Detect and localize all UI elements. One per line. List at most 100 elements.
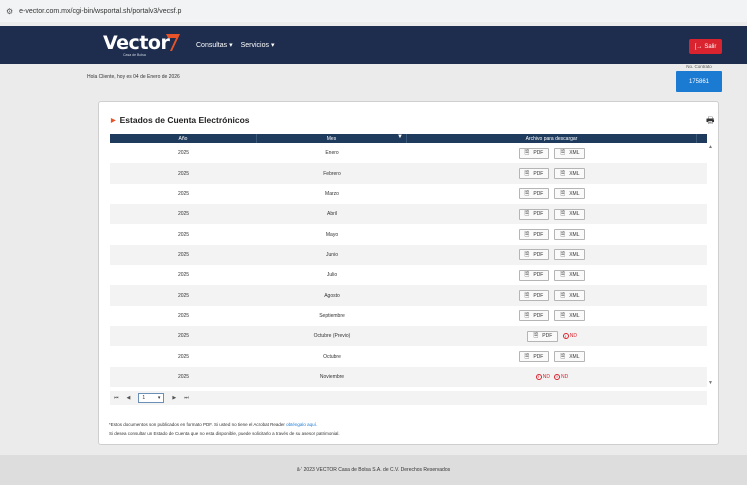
document-icon: 🗎 xyxy=(524,231,530,238)
xml-download-button[interactable]: 🗎 XML xyxy=(554,147,586,159)
pdf-download-button[interactable]: 🗎 PDF xyxy=(518,290,550,302)
pdf-download-button[interactable]: 🗎 PDF xyxy=(527,330,559,342)
menu-servicios[interactable]: Servicios ▾ xyxy=(241,41,275,49)
cell-year: 2025 xyxy=(177,353,190,360)
scroll-down-icon[interactable]: ▼ xyxy=(708,380,713,386)
xml-download-button[interactable]: 🗎 XML xyxy=(554,168,586,180)
xml-download-button[interactable]: 🗎 XML xyxy=(554,208,586,220)
filter-icon[interactable]: ▼ xyxy=(397,134,403,140)
table-row: 2025 Marzo 🗎 PDF 🗎 XML xyxy=(110,184,707,204)
pdf-download-button[interactable]: 🗎 PDF xyxy=(518,147,550,159)
browser-address-bar[interactable]: ⚙ e-vector.com.mx/cgi-bin/wsportal.sh/po… xyxy=(0,0,747,22)
cell-month: Junio xyxy=(326,251,338,258)
cell-month: Abril xyxy=(326,211,337,218)
cell-files: 🗎 PDF 🗎 XML xyxy=(407,285,697,305)
xml-download-button[interactable]: 🗎 XML xyxy=(554,188,586,200)
table-row: 2025 Septiembre 🗎 PDF 🗎 XML xyxy=(110,306,707,326)
cell-year: 2025 xyxy=(177,150,190,157)
next-page-icon[interactable]: ▶ xyxy=(172,395,176,401)
document-icon: 🗎 xyxy=(524,211,530,218)
not-available-label: ! ND xyxy=(554,373,568,380)
cell-files: 🗎 PDF 🗎 XML xyxy=(407,346,697,366)
xml-download-button[interactable]: 🗎 XML xyxy=(554,249,586,261)
document-icon: 🗎 xyxy=(560,231,566,238)
table-scrollbar[interactable]: ▲ ▼ xyxy=(707,143,716,386)
first-page-icon[interactable]: ⏮ xyxy=(114,395,119,401)
xml-download-button[interactable]: 🗎 XML xyxy=(554,290,586,302)
document-icon: 🗎 xyxy=(524,150,530,157)
table-row: 2025 Mayo 🗎 PDF 🗎 XML xyxy=(110,224,707,244)
column-header-month[interactable]: Mes ▼ xyxy=(257,134,407,143)
table-row: 2025 Octubre (Previo) 🗎 PDF! ND xyxy=(110,326,707,347)
document-icon: 🗎 xyxy=(560,292,566,299)
cell-files: ! ND ! ND xyxy=(407,367,697,387)
statements-panel: ▶ Estados de Cuenta Electrónicos 🖶 Año Me… xyxy=(98,101,719,445)
cell-month: Febrero xyxy=(323,170,341,177)
pdf-download-button[interactable]: 🗎 PDF xyxy=(518,249,550,261)
logo-subtitle: Casa de Bolsa xyxy=(123,53,146,57)
pdf-download-button[interactable]: 🗎 PDF xyxy=(518,310,550,322)
note-line-2: Si desea consultar un Estado de Cuenta q… xyxy=(109,431,340,436)
pdf-download-button[interactable]: 🗎 PDF xyxy=(518,269,550,281)
column-header-year[interactable]: Año xyxy=(110,134,257,143)
vector-logo[interactable]: Vector Casa de Bolsa xyxy=(103,32,180,60)
xml-download-button[interactable]: 🗎 XML xyxy=(554,269,586,281)
document-icon: 🗎 xyxy=(560,251,566,258)
table-row: 2025 Febrero 🗎 PDF 🗎 XML xyxy=(110,163,707,184)
document-icon: 🗎 xyxy=(560,272,566,279)
site-settings-icon[interactable]: ⚙ xyxy=(6,7,13,16)
top-navbar: Vector Casa de Bolsa Consultas ▾ Servici… xyxy=(0,26,747,64)
table-header: Año Mes ▼ Archivo para descargar xyxy=(110,134,707,143)
xml-download-button[interactable]: 🗎 XML xyxy=(554,351,586,363)
cell-files: 🗎 PDF! ND xyxy=(407,326,697,346)
logo-wordmark: Vector xyxy=(103,32,170,54)
cell-year: 2025 xyxy=(177,333,190,340)
document-icon: 🗎 xyxy=(524,170,530,177)
not-available-label: ! ND xyxy=(562,333,577,340)
table-row: 2025 Julio 🗎 PDF 🗎 XML xyxy=(110,265,707,285)
last-page-icon[interactable]: ⏭ xyxy=(184,395,189,401)
document-icon: 🗎 xyxy=(524,353,530,360)
xml-download-button[interactable]: 🗎 XML xyxy=(554,310,586,322)
table-row: 2025 Agosto 🗎 PDF 🗎 XML xyxy=(110,285,707,306)
cell-year: 2025 xyxy=(177,312,190,319)
logout-button[interactable]: [→ Salir xyxy=(689,39,722,54)
prev-page-icon[interactable]: ◀ xyxy=(127,395,131,401)
title-arrow-icon: ▶ xyxy=(111,118,116,124)
pagination-bar: ⏮ ◀ 1 ▾ ▶ ⏭ xyxy=(110,391,707,405)
cell-month: Noviembre xyxy=(319,373,345,380)
cell-year: 2025 xyxy=(177,251,190,258)
pdf-download-button[interactable]: 🗎 PDF xyxy=(518,208,550,220)
cell-files: 🗎 PDF 🗎 XML xyxy=(407,265,697,285)
document-icon: 🗎 xyxy=(560,190,566,197)
cell-month: Octubre (Previo) xyxy=(313,333,351,340)
print-icon[interactable]: 🖶 xyxy=(706,113,715,129)
acrobat-download-link[interactable]: obténgalo aquí. xyxy=(286,422,317,427)
document-icon: 🗎 xyxy=(524,292,530,299)
pdf-download-button[interactable]: 🗎 PDF xyxy=(518,229,550,241)
cell-month: Septiembre xyxy=(319,312,345,319)
page-select[interactable]: 1 ▾ xyxy=(138,393,165,403)
cell-files: 🗎 PDF 🗎 XML xyxy=(407,245,697,265)
document-icon: 🗎 xyxy=(524,312,530,319)
cell-year: 2025 xyxy=(177,292,190,299)
cell-files: 🗎 PDF 🗎 XML xyxy=(407,224,697,244)
scroll-up-icon[interactable]: ▲ xyxy=(708,144,713,150)
cell-year: 2025 xyxy=(177,190,190,197)
url-text: e-vector.com.mx/cgi-bin/wsportal.sh/port… xyxy=(19,7,182,15)
contract-number-badge[interactable]: 175861 xyxy=(676,71,722,92)
page-footer: â·' 2023 VECTOR Casa de Bolsa S.A. de C.… xyxy=(0,455,747,485)
column-header-file[interactable]: Archivo para descargar xyxy=(407,134,697,143)
panel-title: ▶ Estados de Cuenta Electrónicos xyxy=(111,115,250,125)
logo-mark-icon xyxy=(166,34,180,51)
main-menu: Consultas ▾ Servicios ▾ xyxy=(196,41,274,49)
pdf-download-button[interactable]: 🗎 PDF xyxy=(518,188,550,200)
cell-files: 🗎 PDF 🗎 XML xyxy=(407,184,697,204)
pdf-download-button[interactable]: 🗎 PDF xyxy=(518,351,550,363)
cell-year: 2025 xyxy=(177,373,190,380)
xml-download-button[interactable]: 🗎 XML xyxy=(554,229,586,241)
pdf-download-button[interactable]: 🗎 PDF xyxy=(518,168,550,180)
menu-consultas[interactable]: Consultas ▾ xyxy=(196,41,233,49)
greeting-text: Hola Cliente, hoy es 04 de Enero de 2026 xyxy=(87,74,180,80)
cell-month: Mayo xyxy=(325,231,339,238)
